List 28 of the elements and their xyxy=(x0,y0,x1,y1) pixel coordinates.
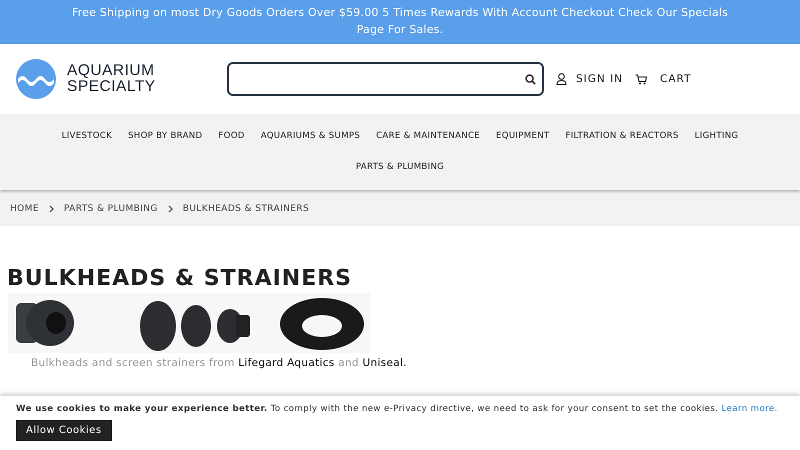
cart-link[interactable]: CART xyxy=(660,73,692,85)
sign-in-link[interactable]: SIGN IN xyxy=(576,73,624,85)
nav-item[interactable]: CARE & MAINTENANCE xyxy=(376,122,480,153)
nav-item[interactable]: LIVESTOCK xyxy=(62,122,112,153)
learn-more-link[interactable]: Learn more. xyxy=(722,404,778,414)
promo-banner: Free Shipping on most Dry Goods Orders Over $59.00 5 Times Rewards With Account Checkout Check Our Specials Page For Sales. xyxy=(0,0,800,44)
breadcrumb-link[interactable]: PARTS & PLUMBING xyxy=(64,204,158,214)
nav-item[interactable]: SHOP BY BRAND xyxy=(128,122,202,153)
page-title: BULKHEADS & STRAINERS xyxy=(7,266,354,291)
logo-text[interactable]: AQUARIUM SPECIALTY xyxy=(67,63,156,95)
cart-icon[interactable] xyxy=(635,74,648,84)
nav-item[interactable]: PARTS & PLUMBING xyxy=(356,153,444,184)
nav-item[interactable]: EQUIPMENT xyxy=(496,122,550,153)
nav-item[interactable]: LIGHTING xyxy=(694,122,738,153)
breadcrumb-link[interactable]: BULKHEADS & STRAINERS xyxy=(182,204,310,214)
category-description: Bulkheads and screen strainers from Lifegard Aquatics and Uniseal. xyxy=(31,357,408,369)
allow-cookies-button[interactable]: Allow Cookies xyxy=(16,420,112,441)
nav-item[interactable]: FOOD xyxy=(218,122,245,153)
chevron-icon xyxy=(48,205,54,213)
search-icon[interactable] xyxy=(525,74,536,84)
nav-item[interactable]: FILTRATION & REACTORS xyxy=(565,122,679,153)
breadcrumb-link[interactable]: HOME xyxy=(10,204,39,214)
chevron-icon xyxy=(168,205,173,213)
user-icon[interactable] xyxy=(556,73,567,85)
logo-icon[interactable] xyxy=(16,59,56,99)
search-field[interactable] xyxy=(227,62,544,96)
cookie-message: We use cookies to make your experience better. To comply with the new e-Privacy directive, we need to ask for your consent to set the cookies. Learn more. xyxy=(16,404,779,414)
nav-item[interactable]: AQUARIUMS & SUMPS xyxy=(260,122,360,153)
